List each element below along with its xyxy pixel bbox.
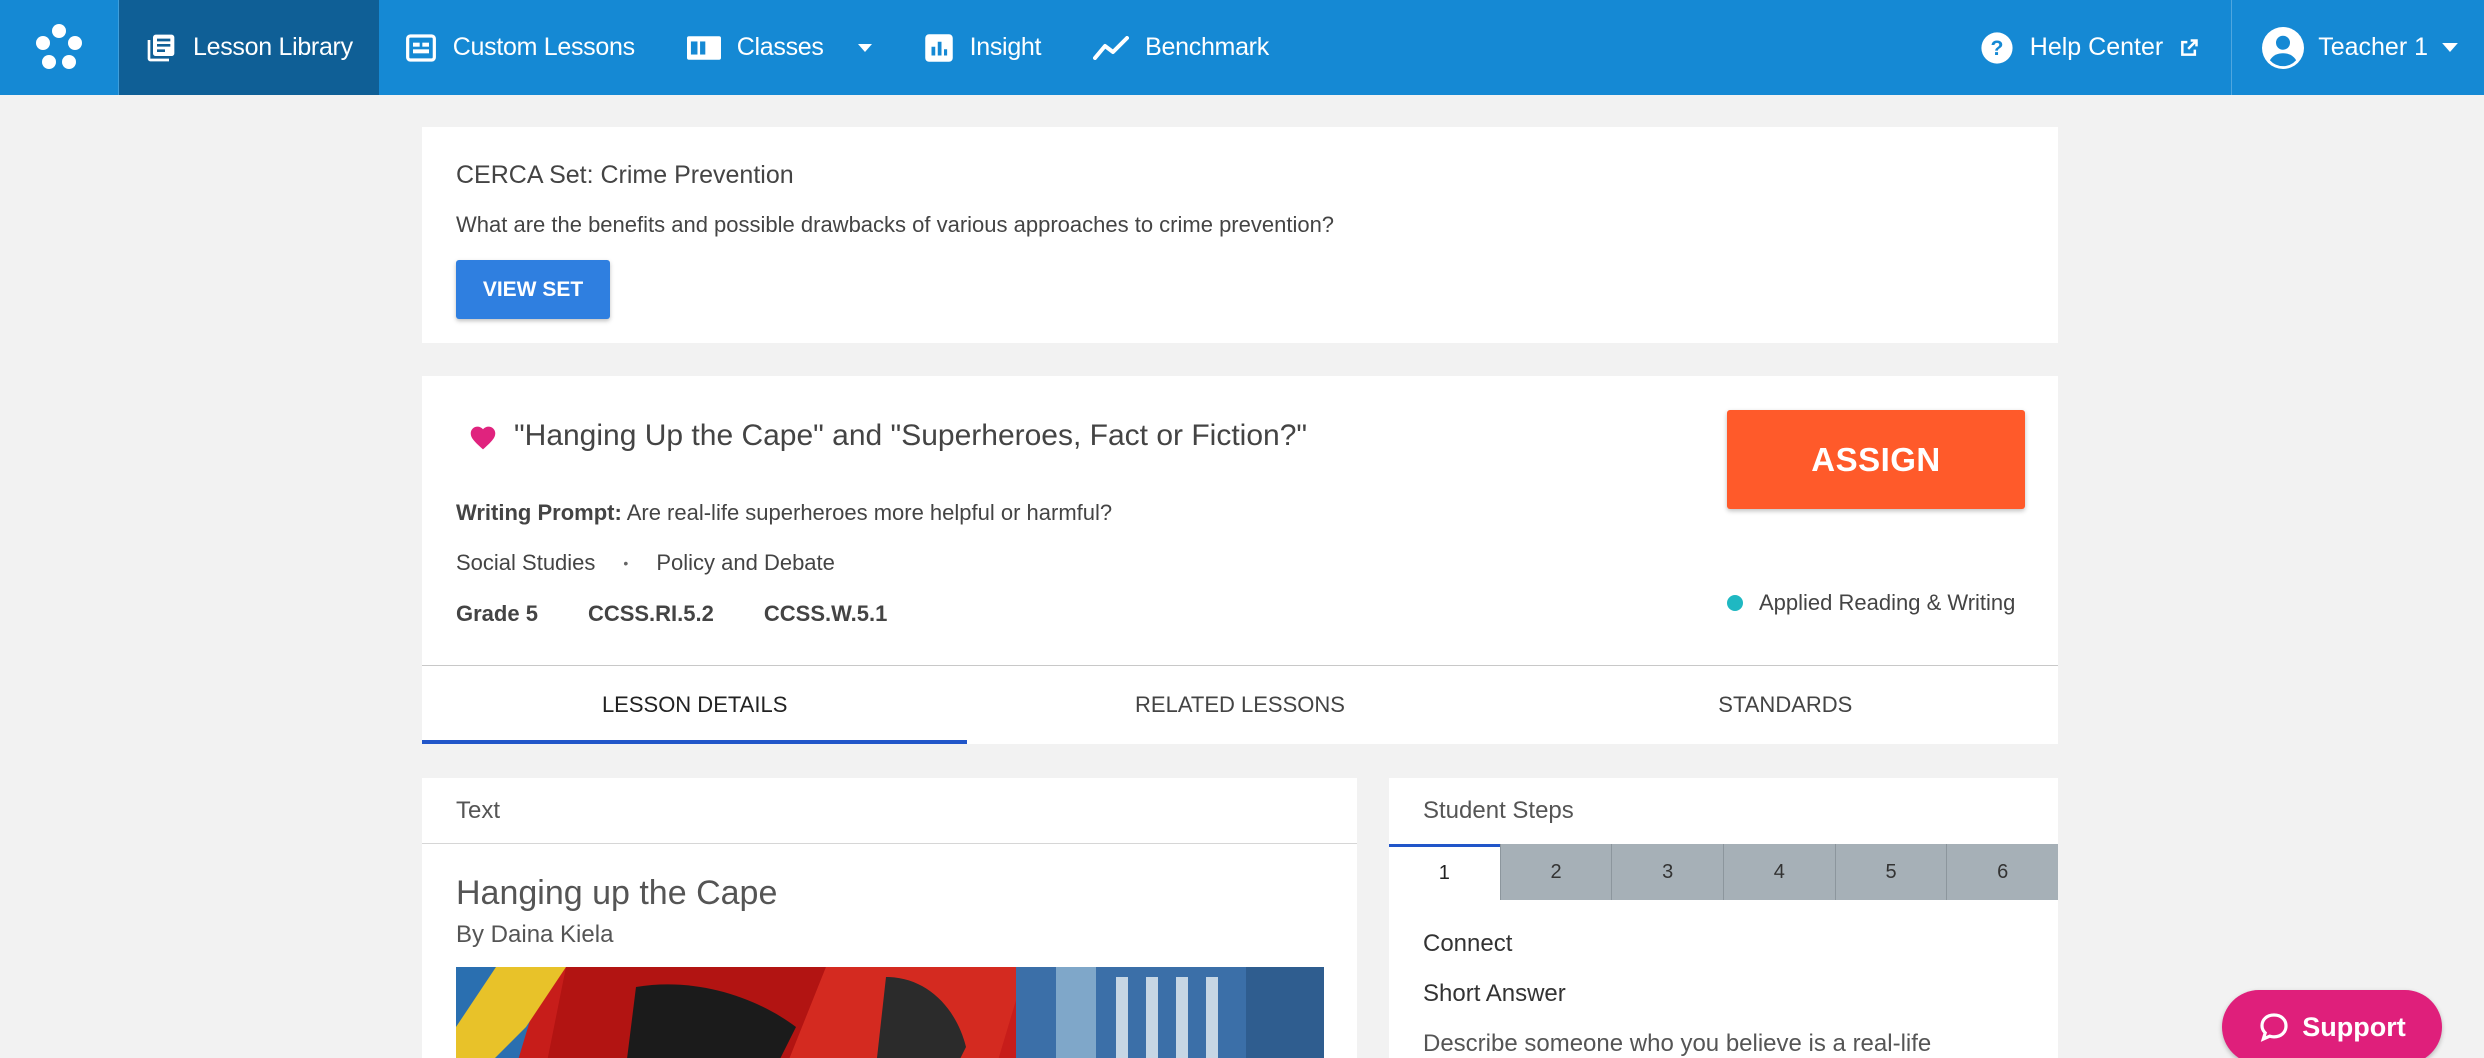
bar-chart-icon	[924, 33, 954, 63]
step-type: Short Answer	[1423, 980, 1566, 1007]
support-label: Support	[2302, 1011, 2406, 1042]
user-name: Teacher 1	[2318, 33, 2428, 61]
student-steps-header: Student Steps	[1423, 797, 1574, 824]
nav-custom-lessons[interactable]: Custom Lessons	[379, 0, 661, 95]
help-question-icon: ?	[1980, 31, 2014, 65]
help-center-label: Help Center	[2029, 33, 2164, 61]
lesson-card: "Hanging Up the Cape" and "Superheroes, …	[422, 376, 2058, 666]
chevron-down-icon	[2442, 43, 2458, 52]
user-avatar-icon	[2262, 26, 2305, 69]
topic-label: Policy and Debate	[656, 550, 835, 575]
step-description: Describe someone who you believe is a re…	[1423, 1030, 1932, 1057]
nav-benchmark[interactable]: Benchmark	[1067, 0, 1295, 95]
step-tab-4[interactable]: 4	[1723, 844, 1835, 900]
step-tab-1[interactable]: 1	[1389, 844, 1500, 900]
help-center-link[interactable]: ? Help Center	[1980, 0, 2233, 95]
top-navigation-bar: Lesson Library Custom Lessons Classes In…	[0, 0, 2484, 95]
grade-label: Grade 5	[456, 601, 538, 626]
cerca-set-card: CERCA Set: Crime Prevention What are the…	[422, 127, 2058, 343]
program-tag: Applied Reading & Writing	[1727, 590, 2015, 616]
nav-label: Custom Lessons	[452, 33, 635, 61]
set-title: CERCA Set: Crime Prevention	[456, 161, 794, 189]
story-author: By Daina Kiela	[456, 921, 614, 948]
tab-lesson-details[interactable]: LESSON DETAILS	[422, 666, 968, 744]
nav-label: Benchmark	[1145, 33, 1269, 61]
chat-bubble-icon	[2258, 1011, 2290, 1043]
classes-icon	[686, 34, 721, 62]
program-status-dot	[1727, 595, 1743, 611]
book-stack-icon	[145, 32, 177, 64]
assign-button[interactable]: ASSIGN	[1727, 410, 2025, 509]
nav-right-group: ? Help Center Teacher 1	[1980, 0, 2484, 95]
tab-standards[interactable]: STANDARDS	[1513, 666, 2058, 744]
student-steps-panel: Student Steps 1 2 3 4 5 6 Connect Short …	[1389, 778, 2059, 1058]
lesson-title: "Hanging Up the Cape" and "Superheroes, …	[514, 419, 1308, 452]
standard-code: CCSS.W.5.1	[763, 601, 888, 626]
story-title[interactable]: Hanging up the Cape	[456, 874, 1323, 913]
story-cover-image[interactable]	[456, 967, 1324, 1058]
set-question: What are the benefits and possible drawb…	[456, 212, 1335, 237]
lesson-tabs: LESSON DETAILS RELATED LESSONS STANDARDS	[422, 666, 2058, 744]
subject-row: Social Studies • Policy and Debate	[456, 550, 835, 576]
step-tab-6[interactable]: 6	[1946, 844, 2059, 900]
step-content: Connect Short Answer Describe someone wh…	[1389, 900, 2058, 1058]
text-panel-body: Hanging up the Cape By Daina Kiela	[422, 844, 1357, 1058]
lesson-title-row: "Hanging Up the Cape" and "Superheroes, …	[468, 419, 1307, 453]
svg-text:?: ?	[1990, 36, 2003, 60]
external-link-icon	[2179, 38, 2199, 58]
subject-label: Social Studies	[456, 550, 596, 575]
program-label: Applied Reading & Writing	[1759, 590, 2016, 615]
writing-prompt-text: Are real-life superheroes more helpful o…	[621, 500, 1113, 525]
nav-label: Insight	[969, 33, 1042, 61]
text-panel-header: Text	[422, 778, 1357, 844]
custom-doc-icon	[405, 32, 437, 64]
trend-line-icon	[1093, 35, 1130, 60]
text-panel: Text Hanging up the Cape By Daina Kiela	[422, 778, 1357, 1058]
standard-code: CCSS.RI.5.2	[587, 601, 714, 626]
favorite-heart-icon[interactable]	[468, 423, 498, 450]
view-set-button[interactable]: VIEW SET	[456, 260, 610, 319]
step-tabs: 1 2 3 4 5 6	[1389, 844, 2059, 900]
nav-label: Classes	[736, 33, 824, 61]
step-tab-5[interactable]: 5	[1834, 844, 1947, 900]
nav-label: Lesson Library	[193, 33, 353, 61]
chevron-down-icon[interactable]	[857, 43, 872, 52]
nav-lesson-library[interactable]: Lesson Library	[119, 0, 379, 95]
writing-prompt-label: Writing Prompt:	[456, 500, 622, 525]
support-button[interactable]: Support	[2222, 990, 2442, 1058]
nav-classes[interactable]: Classes	[661, 0, 898, 95]
app-logo-icon[interactable]	[0, 0, 119, 95]
grade-standards-row: Grade 5 CCSS.RI.5.2 CCSS.W.5.1	[456, 601, 937, 627]
step-tab-2[interactable]: 2	[1499, 844, 1612, 900]
tab-related-lessons[interactable]: RELATED LESSONS	[967, 666, 1512, 744]
nav-insight[interactable]: Insight	[898, 0, 1068, 95]
user-menu[interactable]: Teacher 1	[2232, 0, 2484, 95]
separator-dot: •	[623, 555, 629, 571]
step-tab-3[interactable]: 3	[1611, 844, 1724, 900]
step-name: Connect	[1423, 930, 1513, 957]
writing-prompt: Writing Prompt: Are real-life superheroe…	[456, 500, 1112, 526]
